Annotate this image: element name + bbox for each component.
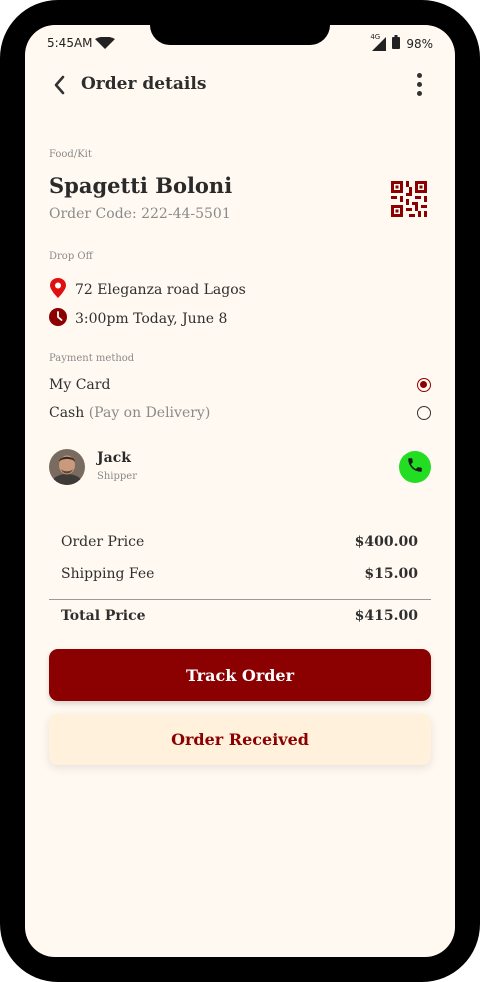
phone-frame: 5:45AM 4G 98% Order details Food/Kit Spa… <box>0 0 480 982</box>
clock-icon <box>49 308 67 330</box>
shipping-fee-value: $15.00 <box>364 566 418 582</box>
order-price-row: Order Price $400.00 <box>61 534 418 550</box>
address-row: 72 Eleganza road Lagos <box>49 278 246 302</box>
shipping-fee-row: Shipping Fee $15.00 <box>61 566 418 582</box>
avatar <box>49 449 85 485</box>
wifi-icon <box>95 36 115 52</box>
status-right: 4G 98% <box>370 33 433 52</box>
shipper-card: Jack Shipper <box>49 449 431 485</box>
call-button[interactable] <box>399 451 431 483</box>
page-title: Order details <box>81 74 207 94</box>
payment-label: Payment method <box>49 353 135 364</box>
shipping-fee-label: Shipping Fee <box>61 566 155 582</box>
app-header: Order details <box>25 71 455 101</box>
time-row: 3:00pm Today, June 8 <box>49 308 227 330</box>
screen: 5:45AM 4G 98% Order details Food/Kit Spa… <box>25 25 455 957</box>
payment-option-label: My Card <box>49 377 111 393</box>
location-pin-icon <box>49 278 67 302</box>
payment-option-note: (Pay on Delivery) <box>88 405 211 421</box>
payment-option-cash-text: Cash (Pay on Delivery) <box>49 405 210 421</box>
divider <box>49 599 431 600</box>
drop-off-label: Drop Off <box>49 251 93 262</box>
battery-level: 98% <box>406 36 433 51</box>
order-price-label: Order Price <box>61 534 145 550</box>
radio-card[interactable] <box>417 378 431 392</box>
shipper-name: Jack <box>97 450 131 466</box>
total-price-value: $415.00 <box>354 608 418 624</box>
chevron-left-icon[interactable] <box>49 73 73 97</box>
category-label: Food/Kit <box>49 149 92 160</box>
track-order-button[interactable]: Track Order <box>49 649 431 701</box>
battery-icon <box>392 35 401 52</box>
order-code: Order Code: 222-44-5501 <box>49 206 231 222</box>
qr-code-icon[interactable] <box>391 181 427 217</box>
signal-icon: 4G <box>370 33 387 51</box>
radio-cash[interactable] <box>417 406 431 420</box>
food-name: Spagetti Boloni <box>49 173 233 198</box>
order-price-value: $400.00 <box>354 534 418 550</box>
status-time: 5:45AM <box>47 36 93 50</box>
phone-icon <box>406 456 424 478</box>
notch <box>150 20 330 45</box>
network-label: 4G <box>370 32 381 41</box>
order-received-button[interactable]: Order Received <box>49 714 431 765</box>
more-vertical-icon[interactable] <box>413 71 425 99</box>
total-price-row: Total Price $415.00 <box>61 608 418 624</box>
payment-option-cash[interactable]: Cash (Pay on Delivery) <box>49 405 431 421</box>
total-price-label: Total Price <box>61 608 146 624</box>
payment-option-label: Cash <box>49 405 85 421</box>
payment-option-card[interactable]: My Card <box>49 377 431 393</box>
delivery-time: 3:00pm Today, June 8 <box>75 311 228 327</box>
address-text: 72 Eleganza road Lagos <box>75 282 246 298</box>
shipper-role: Shipper <box>97 471 137 482</box>
